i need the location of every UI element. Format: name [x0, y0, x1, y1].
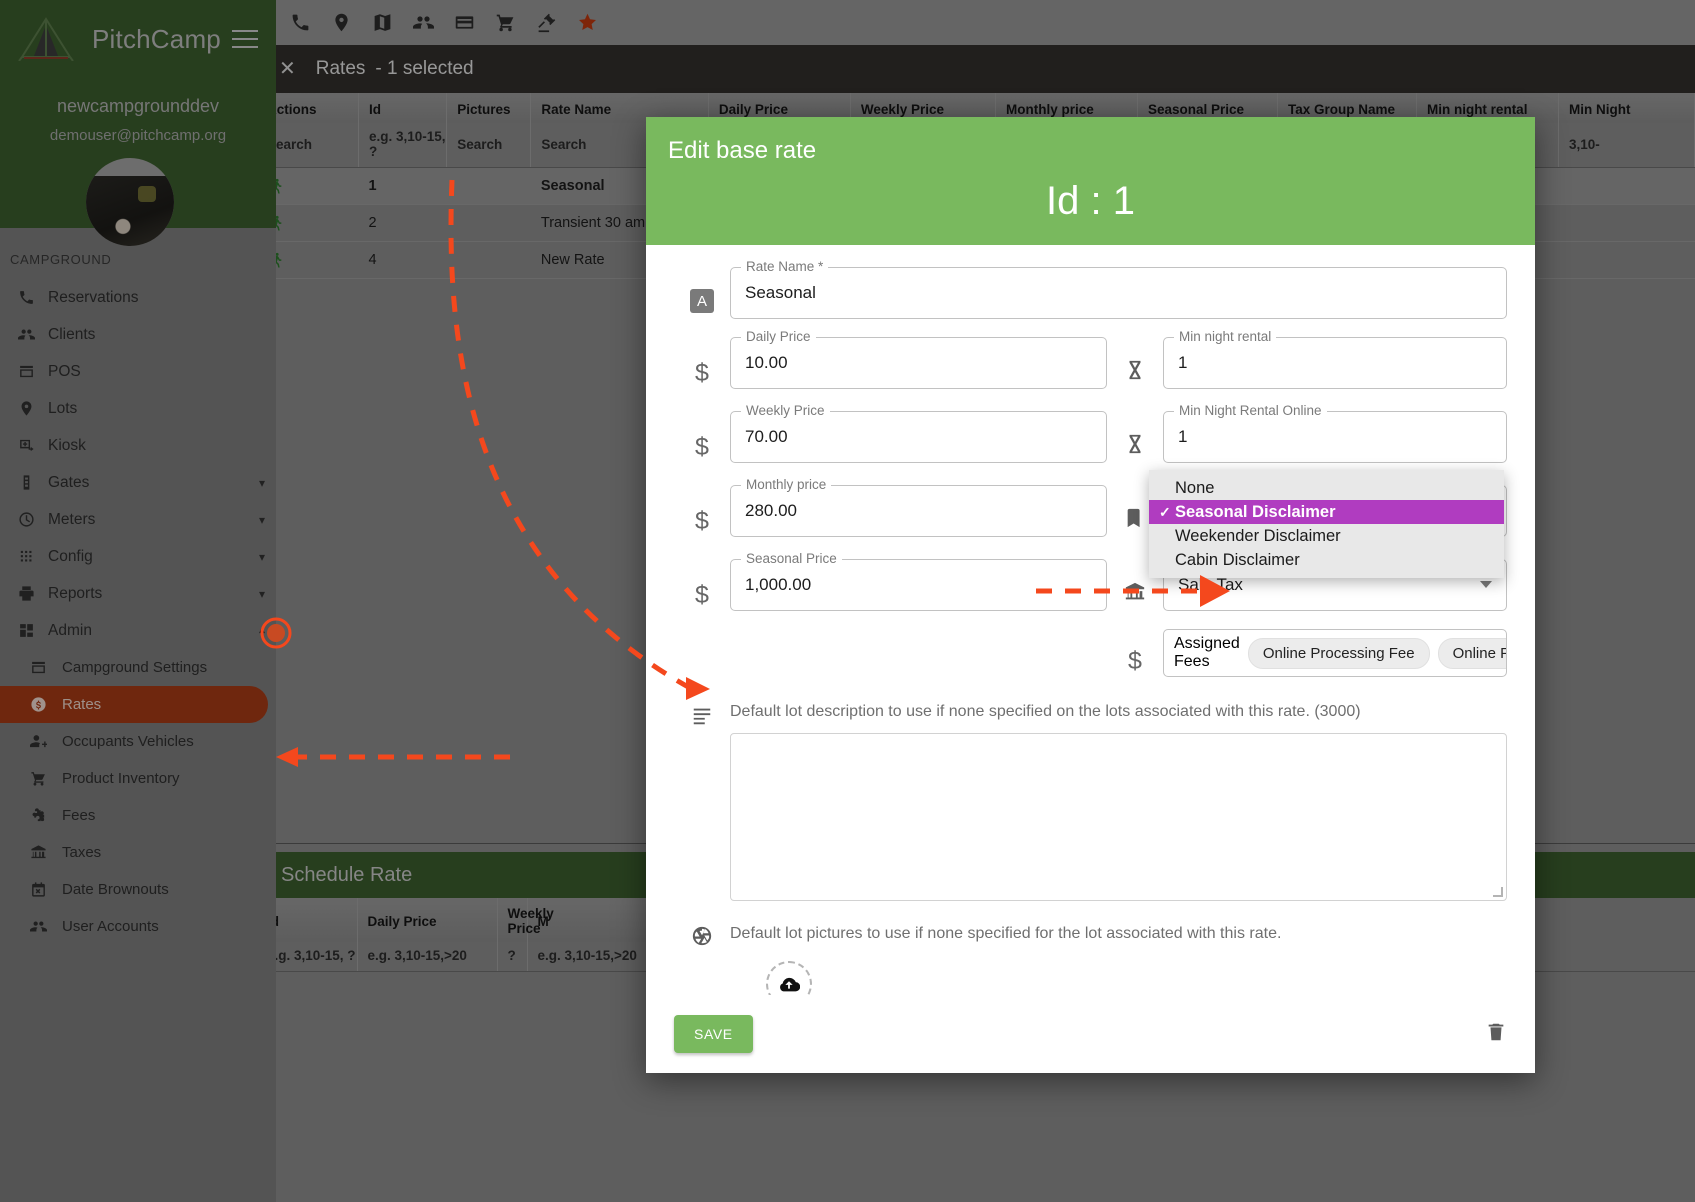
assigned-fees-row: $ Assigned Fees Online Processing Fee On…	[1107, 629, 1507, 677]
monthly-price-label: Monthly price	[741, 477, 832, 492]
min-night-rental-row: Min night rental 1	[1107, 329, 1507, 389]
lot-description-textarea[interactable]	[730, 733, 1507, 901]
weekly-price-row: $ Weekly Price 70.00	[674, 403, 1107, 463]
assigned-fees-label: Assigned Fees	[1174, 635, 1240, 670]
lot-description-row: Default lot description to use if none s…	[674, 703, 1507, 901]
text-field-icon: A	[674, 267, 730, 313]
dropdown-option-label: Weekender Disclaimer	[1175, 526, 1341, 545]
monthly-price-value: 280.00	[745, 501, 797, 520]
dollar-icon: $	[695, 433, 709, 461]
dollar-icon: $	[695, 359, 709, 387]
dropdown-option[interactable]: None	[1149, 476, 1504, 500]
min-night-rental-online-value: 1	[1178, 427, 1188, 446]
seasonal-price-label: Seasonal Price	[741, 551, 842, 566]
disclaimer-select-popup[interactable]: None ✓ Seasonal Disclaimer Weekender Discla…	[1149, 470, 1504, 578]
edit-base-rate-dialog: Edit base rate Id : 1 A Rate Name * Seas…	[646, 117, 1535, 1073]
monthly-price-row: $ Monthly price 280.00	[674, 477, 1107, 537]
seasonal-price-field[interactable]: Seasonal Price 1,000.00	[730, 551, 1107, 611]
assigned-fees-field[interactable]: Assigned Fees Online Processing Fee Onli…	[1163, 629, 1507, 677]
dialog-footer: SAVE	[646, 995, 1535, 1073]
weekly-price-label: Weekly Price	[741, 403, 830, 418]
dropdown-option[interactable]: Cabin Disclaimer	[1149, 548, 1504, 572]
save-button[interactable]: SAVE	[674, 1015, 753, 1053]
fee-chip[interactable]: Online Processing ...	[1437, 637, 1506, 669]
trash-icon[interactable]	[1485, 1021, 1507, 1048]
daily-price-row: $ Daily Price 10.00	[674, 329, 1107, 389]
dialog-id-label: Id : 1	[1046, 179, 1135, 223]
dialog-title: Edit base rate	[668, 137, 817, 164]
weekly-price-value: 70.00	[745, 427, 788, 446]
seasonal-price-row: $ Seasonal Price 1,000.00	[674, 551, 1107, 611]
daily-price-value: 10.00	[745, 353, 788, 372]
aperture-icon	[674, 925, 730, 947]
min-night-rental-online-row: Min Night Rental Online 1	[1107, 403, 1507, 463]
dropdown-option[interactable]: ✓ Seasonal Disclaimer	[1149, 500, 1504, 524]
weekly-price-field[interactable]: Weekly Price 70.00	[730, 403, 1107, 463]
seasonal-price-value: 1,000.00	[745, 575, 812, 594]
dropdown-option-label: None	[1175, 478, 1215, 497]
min-night-rental-field[interactable]: Min night rental 1	[1163, 329, 1507, 389]
dropdown-option[interactable]: Weekender Disclaimer	[1149, 524, 1504, 548]
min-night-rental-online-field[interactable]: Min Night Rental Online 1	[1163, 403, 1507, 463]
hourglass-icon	[1107, 337, 1163, 381]
dropdown-option-label: Seasonal Disclaimer	[1175, 502, 1336, 521]
tax-group-value: Sale Tax	[1178, 575, 1243, 594]
dollar-icon: $	[1128, 647, 1142, 675]
text-lines-icon	[674, 703, 730, 727]
cloud-upload-icon[interactable]	[766, 961, 812, 995]
lot-description-label: Default lot description to use if none s…	[730, 703, 1361, 720]
rate-name-row: A Rate Name * Seasonal	[674, 259, 1507, 319]
min-night-rental-online-label: Min Night Rental Online	[1174, 403, 1327, 418]
resize-grip[interactable]	[1493, 887, 1503, 897]
dialog-header: Edit base rate Id : 1	[646, 117, 1535, 245]
dialog-body: A Rate Name * Seasonal $ Daily Price 10.…	[646, 245, 1535, 995]
rate-name-value: Seasonal	[745, 283, 816, 302]
fee-chip[interactable]: Online Processing Fee	[1247, 637, 1430, 669]
hourglass-icon	[1107, 411, 1163, 455]
monthly-price-field[interactable]: Monthly price 280.00	[730, 477, 1107, 537]
check-icon: ✓	[1159, 503, 1171, 520]
chevron-down-icon	[1480, 581, 1492, 588]
rate-name-label: Rate Name *	[741, 259, 829, 274]
dollar-icon: $	[695, 507, 709, 535]
dropdown-option-label: Cabin Disclaimer	[1175, 550, 1300, 569]
price-column-left: $ Daily Price 10.00 $ Weekly Price 70.00	[674, 329, 1107, 677]
min-night-rental-label: Min night rental	[1174, 329, 1277, 344]
rate-name-field[interactable]: Rate Name * Seasonal	[730, 259, 1507, 319]
daily-price-field[interactable]: Daily Price 10.00	[730, 329, 1107, 389]
dollar-icon: $	[695, 581, 709, 609]
min-night-rental-value: 1	[1178, 353, 1188, 372]
daily-price-label: Daily Price	[741, 329, 816, 344]
lot-pictures-label: Default lot pictures to use if none spec…	[730, 925, 1282, 942]
lot-pictures-row: Default lot pictures to use if none spec…	[674, 925, 1507, 995]
